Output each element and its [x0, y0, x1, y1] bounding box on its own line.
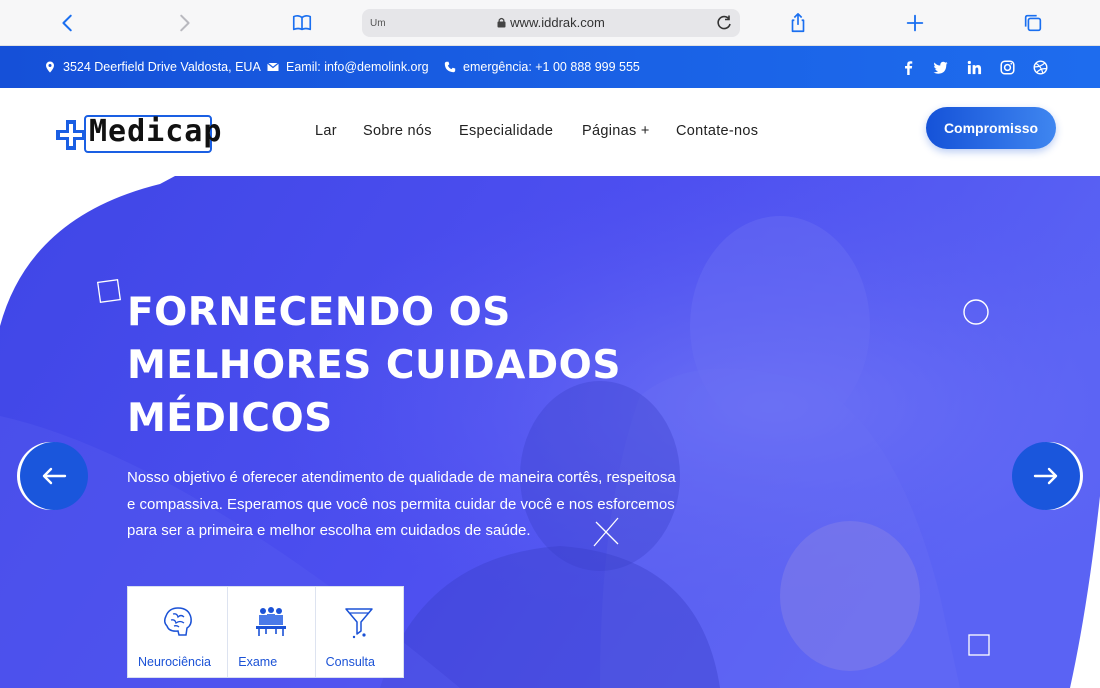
- address-info: 3524 Deerfield Drive Valdosta, EUA: [44, 60, 261, 74]
- main-navbar: Medicap Lar Sobre nós Especialidade Pági…: [0, 88, 1100, 176]
- decor-square-small-icon: [968, 634, 990, 656]
- next-slide-button[interactable]: [1012, 442, 1080, 510]
- service-label-exame: Exame: [238, 655, 278, 669]
- hero-headline: FORNECENDO OS MELHORES CUIDADOS MÉDICOS: [127, 286, 707, 445]
- url-value: www.iddrak.com: [510, 15, 605, 30]
- appointment-button[interactable]: Compromisso: [926, 107, 1056, 149]
- service-exame[interactable]: Exame: [228, 587, 316, 677]
- dribbble-icon[interactable]: [1032, 59, 1048, 75]
- decor-circle-icon: [963, 299, 989, 325]
- hero-slider: FORNECENDO OS MELHORES CUIDADOS MÉDICOS …: [0, 176, 1100, 688]
- twitter-icon[interactable]: [932, 59, 948, 75]
- headline-line-1: FORNECENDO OS: [127, 290, 511, 335]
- share-icon[interactable]: [786, 11, 810, 35]
- funnel-icon: [345, 608, 374, 639]
- facebook-icon[interactable]: [900, 59, 916, 75]
- description-line-1: Nosso objetivo é oferecer atendimento de…: [127, 469, 676, 486]
- envelope-icon: [267, 62, 279, 71]
- decor-x-icon: [593, 517, 619, 547]
- services-strip: Neurociência Exame Consulta: [127, 586, 404, 678]
- brain-icon: [163, 607, 192, 636]
- nav-link-lar[interactable]: Lar: [315, 123, 337, 139]
- logo-text: Medicap: [89, 114, 223, 149]
- team-icon: [256, 607, 287, 636]
- service-consulta[interactable]: Consulta: [316, 587, 403, 677]
- book-icon[interactable]: [290, 11, 314, 35]
- back-icon[interactable]: [56, 11, 80, 35]
- arrow-left-icon: [42, 467, 67, 485]
- location-pin-icon: [46, 61, 54, 73]
- service-label-neurociencia: Neurociência: [138, 655, 211, 669]
- phone-icon: [444, 61, 456, 73]
- decor-square-icon: [96, 278, 122, 304]
- nav-link-paginas[interactable]: Páginas +: [582, 123, 650, 139]
- tabs-icon[interactable]: [1021, 11, 1045, 35]
- headline-line-2: MELHORES CUIDADOS: [127, 343, 621, 388]
- top-info-bar: 3524 Deerfield Drive Valdosta, EUA Eamil…: [0, 46, 1100, 88]
- browser-toolbar: Um www.iddrak.com: [0, 0, 1100, 46]
- forward-icon[interactable]: [172, 11, 196, 35]
- emergency-text: emergência: +1 00 888 999 555: [463, 60, 640, 74]
- headline-line-3: MÉDICOS: [127, 396, 333, 441]
- service-label-consulta: Consulta: [325, 655, 375, 669]
- medical-cross-icon: [56, 120, 86, 150]
- medicap-logo[interactable]: Medicap: [54, 108, 221, 154]
- reload-icon[interactable]: [714, 13, 734, 33]
- nav-link-sobre[interactable]: Sobre nós: [363, 123, 432, 139]
- address-text: 3524 Deerfield Drive Valdosta, EUA: [63, 60, 261, 74]
- nav-link-contato[interactable]: Contate-nos: [676, 123, 758, 139]
- url-text: www.iddrak.com: [362, 15, 740, 30]
- address-bar[interactable]: Um www.iddrak.com: [362, 9, 740, 37]
- instagram-icon[interactable]: [999, 59, 1015, 75]
- email-info[interactable]: Eamil: info@demolink.org: [267, 60, 429, 74]
- nav-link-especialidade[interactable]: Especialidade: [459, 123, 553, 139]
- email-text: Eamil: info@demolink.org: [286, 60, 429, 74]
- arrow-right-icon: [1033, 467, 1058, 485]
- description-line-2: e compassiva. Esperamos que você nos per…: [127, 495, 675, 513]
- lock-icon: [497, 17, 506, 28]
- new-tab-icon[interactable]: [903, 11, 927, 35]
- emergency-info[interactable]: emergência: +1 00 888 999 555: [444, 60, 640, 74]
- prev-slide-button[interactable]: [20, 442, 88, 510]
- linkedin-icon[interactable]: [966, 59, 982, 75]
- service-neurociencia[interactable]: Neurociência: [128, 587, 229, 677]
